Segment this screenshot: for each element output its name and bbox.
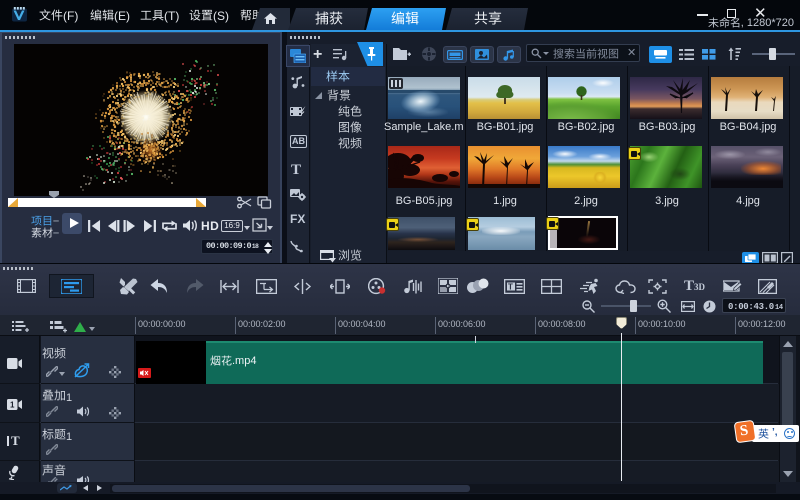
svg-text:1: 1	[10, 401, 15, 410]
svg-text:T: T	[508, 283, 513, 292]
